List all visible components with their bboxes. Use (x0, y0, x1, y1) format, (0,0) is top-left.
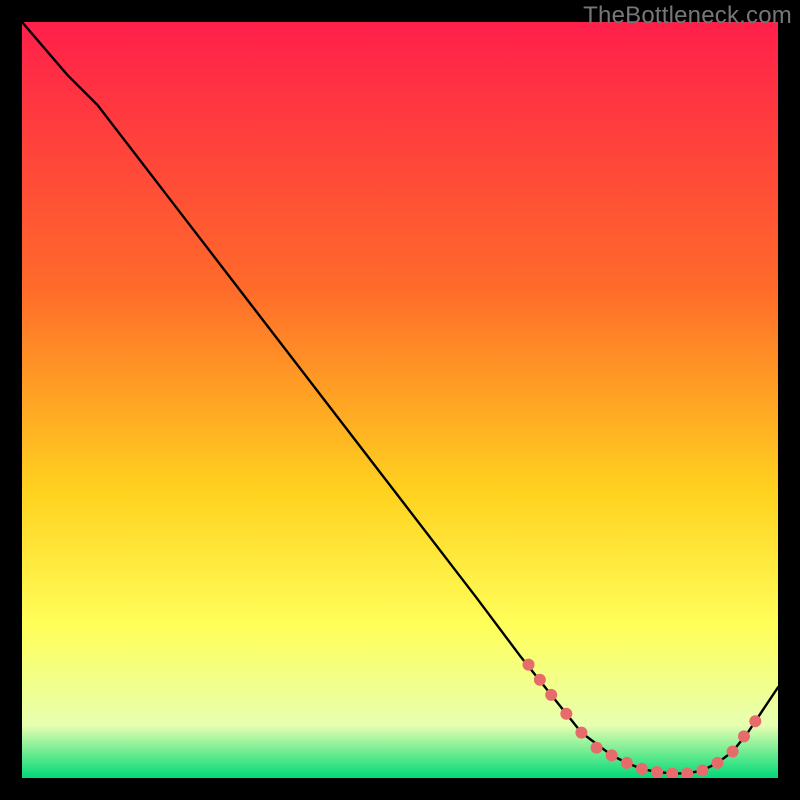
marker-dot (651, 766, 663, 778)
marker-dot (545, 689, 557, 701)
marker-dot (727, 746, 739, 758)
marker-dot (560, 708, 572, 720)
marker-dot (696, 764, 708, 776)
marker-dot (523, 659, 535, 671)
marker-dot (749, 715, 761, 727)
chart-plot (22, 22, 778, 778)
chart-frame: { "watermark": "TheBottleneck.com", "col… (0, 0, 800, 800)
marker-dot (636, 763, 648, 775)
marker-dot (534, 674, 546, 686)
watermark-label: TheBottleneck.com (583, 2, 792, 30)
marker-dot (621, 757, 633, 769)
marker-dot (591, 742, 603, 754)
marker-dot (712, 757, 724, 769)
marker-dot (606, 749, 618, 761)
gradient-background (22, 22, 778, 778)
marker-dot (575, 727, 587, 739)
marker-dot (738, 730, 750, 742)
